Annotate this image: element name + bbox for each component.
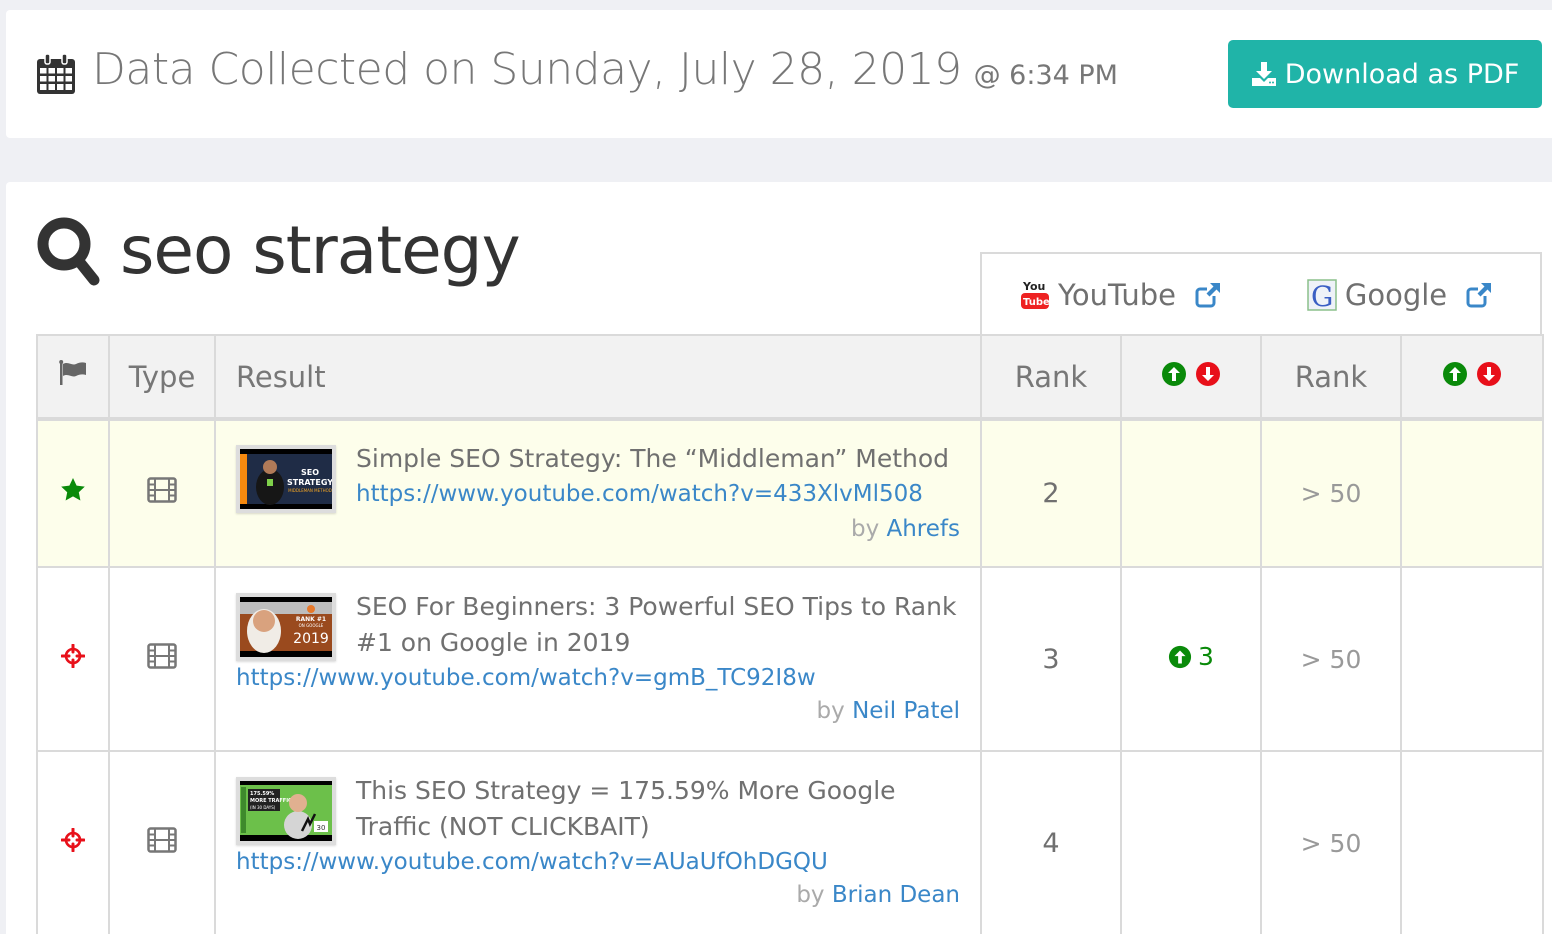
results-table: Type Result Rank Rank SEO STRATEGY MIDDL… [36,334,1544,934]
flag-cell[interactable] [36,418,110,568]
arrow-up-circle-icon [1162,361,1186,386]
crosshairs-icon [60,643,86,668]
google-change-cell [1400,566,1544,752]
film-icon [147,826,177,853]
search-icon [37,217,100,285]
table-row[interactable]: SEO STRATEGY MIDDLEMAN METHOD Simple SEO… [36,418,1544,568]
result-url-link[interactable]: https://www.youtube.com/watch?v=gmB_TC92… [236,661,960,695]
table-row[interactable]: 175.59% MORE TRAFFIC (IN 30 DAYS) 30 Thi… [36,750,1544,934]
google-rank-cell: > 50 [1260,418,1402,568]
crosshairs-icon [60,827,86,852]
type-cell [108,418,216,568]
google-change-cell [1400,418,1544,568]
column-header-youtube-rank[interactable]: Rank [980,334,1122,421]
svg-text:RANK #1: RANK #1 [296,616,326,623]
rank-change-up: 3 [1168,642,1214,671]
svg-text:MIDDLEMAN METHOD: MIDDLEMAN METHOD [288,488,332,493]
result-title: SEO For Beginners: 3 Powerful SEO Tips t… [356,592,957,657]
result-author: by Neil Patel [236,695,960,727]
video-thumbnail[interactable]: SEO STRATEGY MIDDLEMAN METHOD [236,444,336,513]
thumbnail-image: SEO STRATEGY MIDDLEMAN METHOD [240,448,332,509]
download-pdf-button[interactable]: Download as PDF [1228,40,1542,108]
arrow-up-circle-icon [1443,361,1467,386]
google-change-cell [1400,750,1544,934]
engine-name-google: Google [1344,277,1448,312]
youtube-change-cell: 3 [1120,566,1262,752]
column-header-youtube-change[interactable] [1120,334,1262,421]
google-rank-cell: > 50 [1260,566,1402,752]
google-rank-cell: > 50 [1260,750,1402,934]
result-title: Simple SEO Strategy: The “Middleman” Met… [356,443,950,473]
collection-date: Data Collected on Sunday, July 28, 2019 … [36,44,1118,104]
author-link[interactable]: Ahrefs [887,516,961,542]
youtube-change-cell [1120,750,1262,934]
youtube-rank-cell: 4 [980,750,1122,934]
engine-header-google: G Google [1260,252,1542,335]
arrow-down-circle-icon [1477,361,1501,386]
type-cell [108,750,216,934]
youtube-change-cell [1120,418,1262,568]
result-url-link[interactable]: https://www.youtube.com/watch?v=AUaUfOhD… [236,845,960,879]
author-link[interactable]: Neil Patel [852,698,960,724]
rank-change-value: 3 [1198,642,1214,672]
by-label: by [816,698,845,724]
flag-cell[interactable] [36,566,110,752]
by-label: by [850,515,880,542]
youtube-rank-cell: 2 [980,418,1122,568]
svg-text:175.59%: 175.59% [250,791,274,797]
external-link-icon[interactable] [1465,281,1493,309]
star-icon [61,478,85,501]
result-title: This SEO Strategy = 175.59% More Google … [356,776,896,841]
film-icon [147,477,177,503]
column-header-google-change[interactable] [1400,334,1544,421]
youtube-rank-cell: 3 [980,566,1122,752]
video-thumbnail[interactable]: RANK #1 ON GOOGLE 2019 [236,593,336,661]
download-icon [1251,62,1276,86]
result-url-link[interactable]: https://www.youtube.com/watch?v=433XlvMl… [356,477,949,511]
result-author: by Brian Dean [236,879,960,911]
external-link-icon[interactable] [1194,281,1222,309]
date-label: Data Collected on Sunday, July 28, 2019 [92,44,962,95]
table-row[interactable]: RANK #1 ON GOOGLE 2019 SEO For Beginners… [36,566,1544,752]
result-cell: SEO STRATEGY MIDDLEMAN METHOD Simple SEO… [214,418,982,568]
engine-header-youtube: You Tube YouTube [980,252,1262,335]
result-author: by Ahrefs [236,513,960,545]
query-text: seo strategy [120,212,521,289]
download-pdf-label: Download as PDF [1284,58,1520,90]
google-logo-icon: G [1307,278,1337,311]
result-cell: RANK #1 ON GOOGLE 2019 SEO For Beginners… [214,566,982,752]
film-icon [147,642,177,669]
table-header-row: Type Result Rank Rank [36,334,1544,421]
time-label: @ 6:34 PM [973,60,1118,91]
svg-text:Tube: Tube [1023,297,1050,308]
flag-cell[interactable] [36,750,110,934]
search-query-heading: seo strategy [36,212,521,289]
svg-text:MORE TRAFFIC: MORE TRAFFIC [250,798,292,804]
column-header-flag[interactable] [36,334,110,421]
calendar-icon [37,53,75,94]
author-link[interactable]: Brian Dean [832,882,960,908]
thumbnail-image: 175.59% MORE TRAFFIC (IN 30 DAYS) 30 [240,781,332,841]
type-cell [108,566,216,752]
result-cell: 175.59% MORE TRAFFIC (IN 30 DAYS) 30 Thi… [214,750,982,934]
svg-text:ON GOOGLE: ON GOOGLE [299,623,324,628]
video-thumbnail[interactable]: 175.59% MORE TRAFFIC (IN 30 DAYS) 30 [236,777,336,845]
svg-text:STRATEGY: STRATEGY [287,478,332,487]
column-header-type[interactable]: Type [108,334,216,421]
by-label: by [796,882,825,908]
arrow-up-circle-icon [1168,645,1192,668]
svg-text:2019: 2019 [293,631,329,647]
svg-text:SEO: SEO [301,468,319,477]
svg-text:You: You [1022,280,1045,293]
engine-name-youtube: YouTube [1058,277,1176,312]
flag-icon [59,360,86,385]
youtube-logo-icon: You Tube [1021,280,1050,309]
arrow-down-circle-icon [1196,361,1220,386]
column-header-google-rank[interactable]: Rank [1260,334,1402,421]
svg-text:(IN 30 DAYS): (IN 30 DAYS) [250,805,276,810]
thumbnail-image: RANK #1 ON GOOGLE 2019 [240,597,332,657]
column-header-result[interactable]: Result [214,334,982,421]
svg-text:30: 30 [317,824,326,832]
svg-text:G: G [1311,280,1333,311]
